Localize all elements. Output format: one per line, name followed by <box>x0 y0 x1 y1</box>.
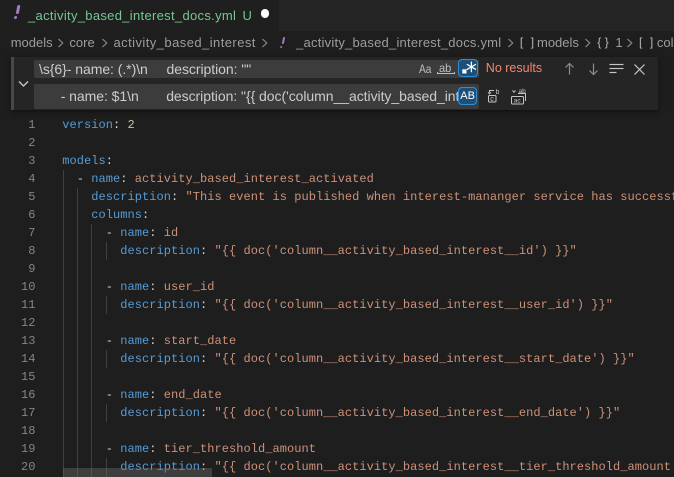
svg-text:b: b <box>496 89 500 96</box>
svg-text:ac: ac <box>514 98 522 105</box>
svg-text:c: c <box>490 96 494 103</box>
svg-text:ab: ab <box>519 88 527 95</box>
